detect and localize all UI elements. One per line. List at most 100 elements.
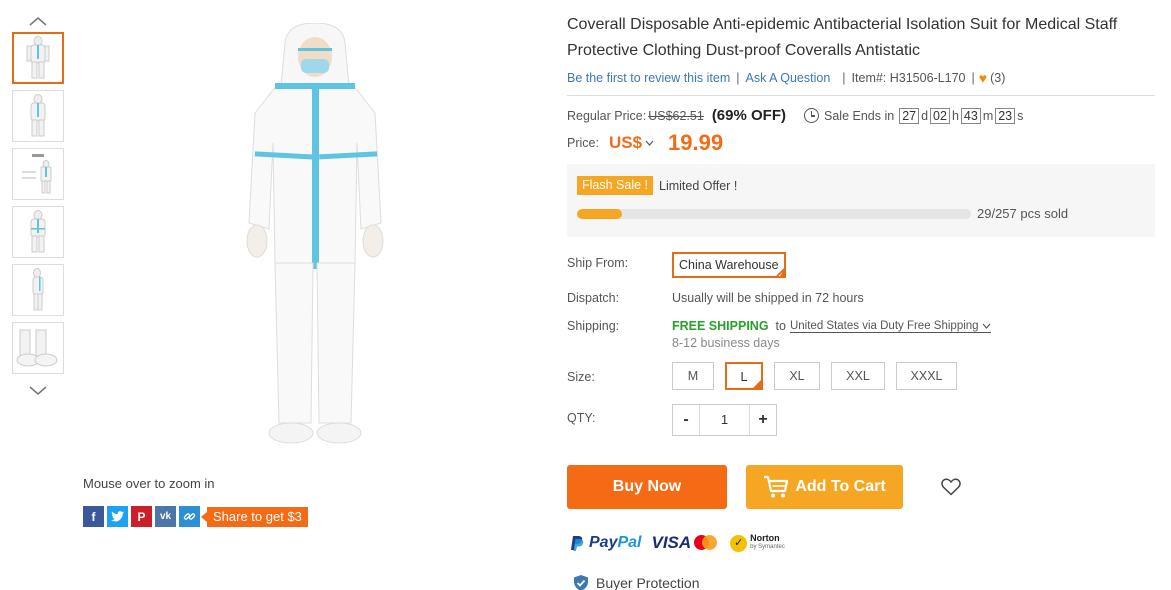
ship-from-row: Ship From: China Warehouse [567,252,1155,279]
thumbnail-gallery [12,10,64,402]
countdown-days: 27 [899,107,920,124]
shipping-time: 8-12 business days [672,336,780,350]
buyer-protection[interactable]: Buyer Protection [572,574,700,590]
facebook-icon[interactable]: f [83,506,104,527]
purchase-actions: Buy Now Add To Cart [567,465,961,509]
divider: | [842,71,846,85]
pinterest-icon[interactable]: P [131,506,152,527]
price-row: Price: US$ 19.99 [567,130,1155,156]
countdown-minutes-unit: m [982,108,994,123]
thumbnail-2[interactable] [12,90,64,142]
size-option-m[interactable]: M [672,362,714,390]
wishlist-button[interactable] [941,478,961,496]
add-to-cart-button[interactable]: Add To Cart [746,465,903,509]
paypal-logo: Pay Pal [570,534,641,552]
chevron-down-icon [982,323,991,329]
countdown-hours: 02 [930,107,950,124]
qty-increase-button[interactable]: + [750,405,776,435]
divider: | [736,71,740,85]
size-option-xxxl[interactable]: XXXL [896,362,957,390]
flash-sale-box: Flash Sale ! Limited Offer ! 29/257 pcs … [567,164,1155,237]
countdown-days-unit: d [921,108,929,123]
coverall-illustration [246,22,384,443]
dispatch-row: Dispatch: Usually will be shipped in 72 … [567,291,1155,305]
divider: | [971,71,975,85]
buyer-protection-label: Buyer Protection [596,575,700,590]
thumbnail-1[interactable] [12,32,64,84]
sale-ends-label: Sale Ends in [824,108,895,123]
favorite-count: (3) [990,71,1006,85]
currency-selector[interactable]: US$ [609,133,654,153]
vk-icon[interactable]: vk [155,506,176,527]
checkmark-icon: ✓ [730,534,748,552]
norton-title: Norton [750,533,780,543]
size-options: M L XL XXL XXXL [672,362,957,391]
item-number: Item#: H31506-L170 [851,71,966,85]
norton-logo: ✓ Norton by Symantec [730,534,785,552]
dispatch-label: Dispatch: [567,291,620,305]
shipping-method-link[interactable]: United States via Duty Free Shipping [789,319,991,333]
product-info: Coverall Disposable Anti-epidemic Antiba… [567,12,1155,436]
shipping-to-text: to [775,319,786,333]
size-option-xxl[interactable]: XXL [831,362,885,390]
chevron-down-icon [645,138,654,149]
main-product-image[interactable] [120,10,510,465]
countdown-hours-unit: h [951,108,959,123]
ship-from-label: Ship From: [567,256,629,270]
thumbnail-6[interactable] [12,322,64,374]
paypal-word-pal: Pal [617,534,642,551]
countdown-minutes: 43 [960,107,981,124]
ship-from-option[interactable]: China Warehouse [672,252,786,279]
thumbnail-3[interactable] [12,148,64,200]
regular-price-label: Regular Price: [567,108,647,123]
share-bar: f P vk Share to get $3 [83,506,308,527]
regular-price: US$62.51 [648,108,704,123]
price-label: Price: [567,136,599,150]
visa-logo: VISA [651,533,692,552]
twitter-icon[interactable] [107,506,128,527]
divider-line [567,95,1155,96]
cart-icon [764,475,789,498]
share-reward-tag[interactable]: Share to get $3 [201,506,308,527]
countdown-seconds-unit: s [1017,108,1024,123]
chevron-up-icon[interactable] [12,10,64,32]
ask-question-link[interactable]: Ask A Question [746,71,831,85]
payment-logos: Pay Pal VISA ✓ Norton by Symantec [570,533,785,553]
qty-decrease-button[interactable]: - [673,405,699,435]
heart-filled-icon[interactable]: ♥ [979,70,987,86]
link-icon[interactable] [179,506,200,527]
review-row: Be the first to review this item | Ask A… [567,70,1155,86]
size-option-xl[interactable]: XL [774,362,820,390]
size-label: Size: [567,370,595,384]
shield-icon [574,575,588,590]
thumbnail-5[interactable] [12,264,64,316]
discount-percent: (69% OFF) [711,107,786,124]
zoom-hint: Mouse over to zoom in [83,476,215,491]
shipping-row: Shipping: FREE SHIPPING to United States… [567,319,1155,350]
add-to-cart-label: Add To Cart [795,478,886,495]
sale-countdown: Sale Ends in 27 d 02 h 43 m 23 s [804,107,1024,124]
paypal-icon [571,535,584,551]
thumbnail-4[interactable] [12,206,64,258]
size-row: Size: M L XL XXL XXXL [567,362,1155,391]
qty-label: QTY: [567,411,596,425]
heart-outline-icon [941,478,961,496]
regular-price-row: Regular Price: US$62.51 (69% OFF) Sale E… [567,107,1155,124]
sold-progress-bar [577,208,971,219]
product-title: Coverall Disposable Anti-epidemic Antiba… [567,16,1118,59]
shipping-label: Shipping: [567,319,620,333]
chevron-down-icon[interactable] [12,380,64,402]
shipping-method-text: United States via Duty Free Shipping [789,319,979,332]
review-link[interactable]: Be the first to review this item [567,71,730,85]
currency-code: US$ [608,133,643,152]
sale-price: 19.99 [668,130,724,155]
qty-row: QTY: - 1 + [567,404,1155,436]
qty-input[interactable]: 1 [699,405,750,435]
dispatch-value: Usually will be shipped in 72 hours [672,291,864,305]
sold-progress-fill [577,208,622,219]
buy-now-button[interactable]: Buy Now [567,465,727,509]
paypal-word-pay: Pay [589,534,618,551]
sold-count: 29/257 pcs sold [977,206,1069,221]
flash-sale-text: Limited Offer ! [659,178,738,193]
size-option-l[interactable]: L [725,362,763,391]
